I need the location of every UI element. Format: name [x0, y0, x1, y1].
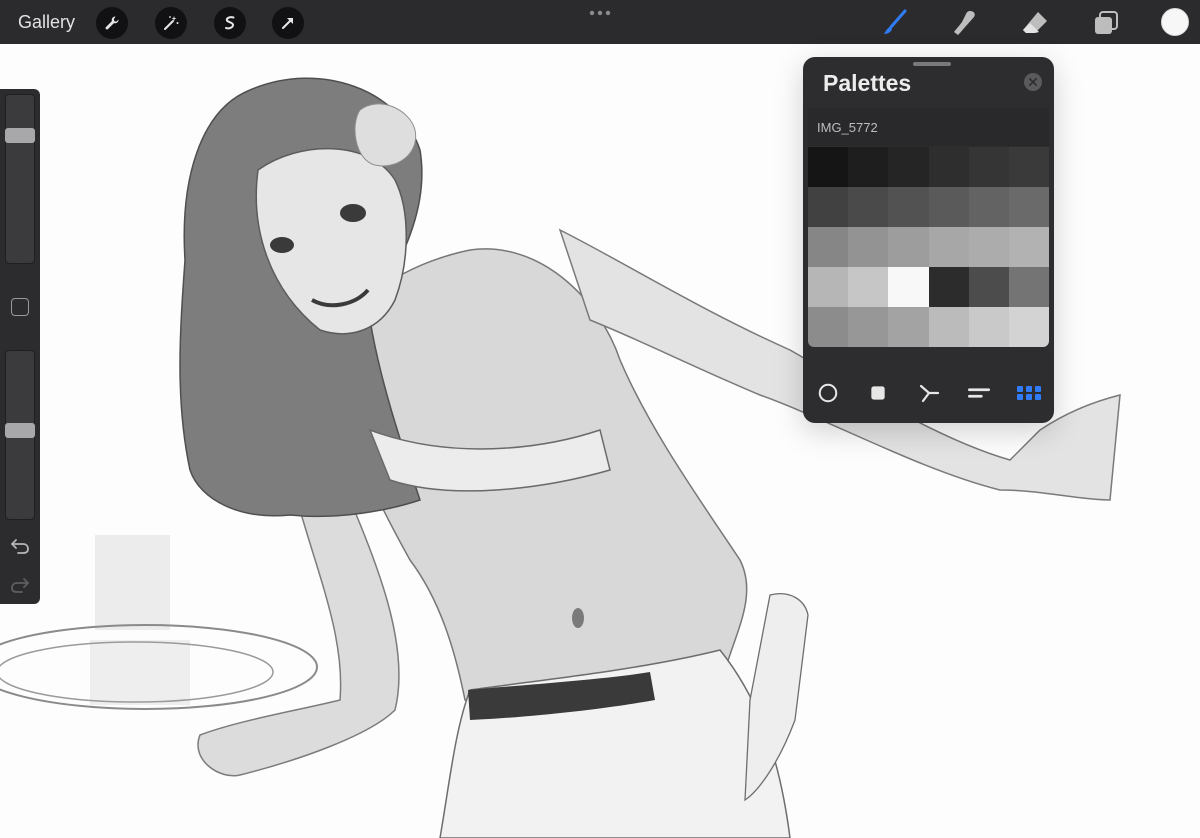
tab-palettes[interactable] — [1014, 375, 1044, 411]
brush-size-thumb[interactable] — [5, 128, 35, 144]
popover-grabber[interactable] — [913, 62, 951, 66]
color-swatch[interactable] — [1008, 227, 1049, 267]
transform-button[interactable] — [272, 7, 304, 39]
color-swatch[interactable] — [1008, 267, 1049, 307]
smudge-icon — [954, 11, 975, 35]
color-swatch[interactable] — [888, 147, 929, 187]
color-swatch[interactable] — [888, 187, 929, 227]
color-button[interactable] — [1161, 8, 1189, 36]
color-mode-tabs — [803, 375, 1054, 411]
color-swatch[interactable] — [808, 307, 849, 347]
opacity-thumb[interactable] — [5, 422, 35, 438]
color-swatch[interactable] — [848, 187, 889, 227]
tab-value[interactable] — [964, 375, 994, 411]
close-icon — [1029, 78, 1037, 86]
top-toolbar: Gallery — [0, 0, 1200, 44]
color-swatch[interactable] — [928, 267, 969, 307]
color-swatch[interactable] — [928, 187, 969, 227]
swatch-grid — [808, 147, 1049, 347]
undo-icon[interactable] — [9, 534, 31, 556]
classic-icon — [871, 386, 885, 400]
brush-tool-button[interactable] — [879, 8, 909, 38]
procreate-app: Gallery Palettes IMG_5772 — [0, 0, 1200, 838]
color-swatch[interactable] — [888, 227, 929, 267]
disc-icon — [818, 383, 838, 403]
eraser-icon — [1023, 12, 1047, 33]
palettes-title: Palettes — [823, 70, 912, 96]
layers-button[interactable] — [1091, 8, 1121, 38]
wrench-icon — [105, 16, 119, 30]
transform-arrow-icon — [282, 18, 293, 29]
color-swatch[interactable] — [808, 227, 849, 267]
color-swatch[interactable] — [808, 147, 849, 187]
value-icon — [968, 388, 990, 398]
color-swatch[interactable] — [888, 267, 929, 307]
layers-icon — [1095, 11, 1118, 34]
color-swatch[interactable] — [968, 267, 1009, 307]
color-swatch[interactable] — [848, 307, 889, 347]
redo-icon[interactable] — [9, 573, 31, 595]
color-swatch[interactable] — [808, 267, 849, 307]
eraser-tool-button[interactable] — [1020, 8, 1050, 38]
magic-wand-icon — [164, 16, 179, 30]
color-swatch[interactable] — [928, 227, 969, 267]
color-swatch[interactable] — [968, 187, 1009, 227]
color-swatch[interactable] — [888, 307, 929, 347]
brush-icon — [884, 9, 907, 34]
color-swatch[interactable] — [1008, 147, 1049, 187]
color-swatch[interactable] — [928, 147, 969, 187]
adjustments-button[interactable] — [155, 7, 187, 39]
palettes-popover: Palettes IMG_5772 — [803, 57, 1054, 423]
modify-button[interactable] — [11, 298, 29, 316]
color-swatch[interactable] — [848, 267, 889, 307]
selection-button[interactable] — [214, 7, 246, 39]
actions-button[interactable] — [96, 7, 128, 39]
color-swatch[interactable] — [848, 147, 889, 187]
tab-harmony[interactable] — [914, 375, 944, 411]
color-swatch[interactable] — [1008, 187, 1049, 227]
tab-disc[interactable] — [813, 375, 843, 411]
color-swatch[interactable] — [848, 227, 889, 267]
smudge-tool-button[interactable] — [950, 8, 980, 38]
color-swatch[interactable] — [968, 147, 1009, 187]
color-swatch[interactable] — [968, 227, 1009, 267]
tab-classic[interactable] — [863, 375, 893, 411]
color-swatch[interactable] — [808, 187, 849, 227]
color-swatch[interactable] — [1008, 307, 1049, 347]
brush-size-slider[interactable] — [5, 94, 35, 264]
selection-icon — [225, 16, 235, 30]
sidebar — [0, 89, 40, 604]
close-button[interactable] — [1024, 73, 1042, 91]
gallery-button[interactable]: Gallery — [18, 12, 75, 33]
palettes-icon — [1017, 386, 1041, 400]
more-options-icon[interactable] — [588, 8, 612, 18]
color-swatch[interactable] — [968, 307, 1009, 347]
harmony-icon — [919, 384, 940, 403]
palette-header[interactable]: IMG_5772 — [808, 108, 1049, 146]
color-swatch[interactable] — [928, 307, 969, 347]
palette-name: IMG_5772 — [817, 120, 878, 135]
